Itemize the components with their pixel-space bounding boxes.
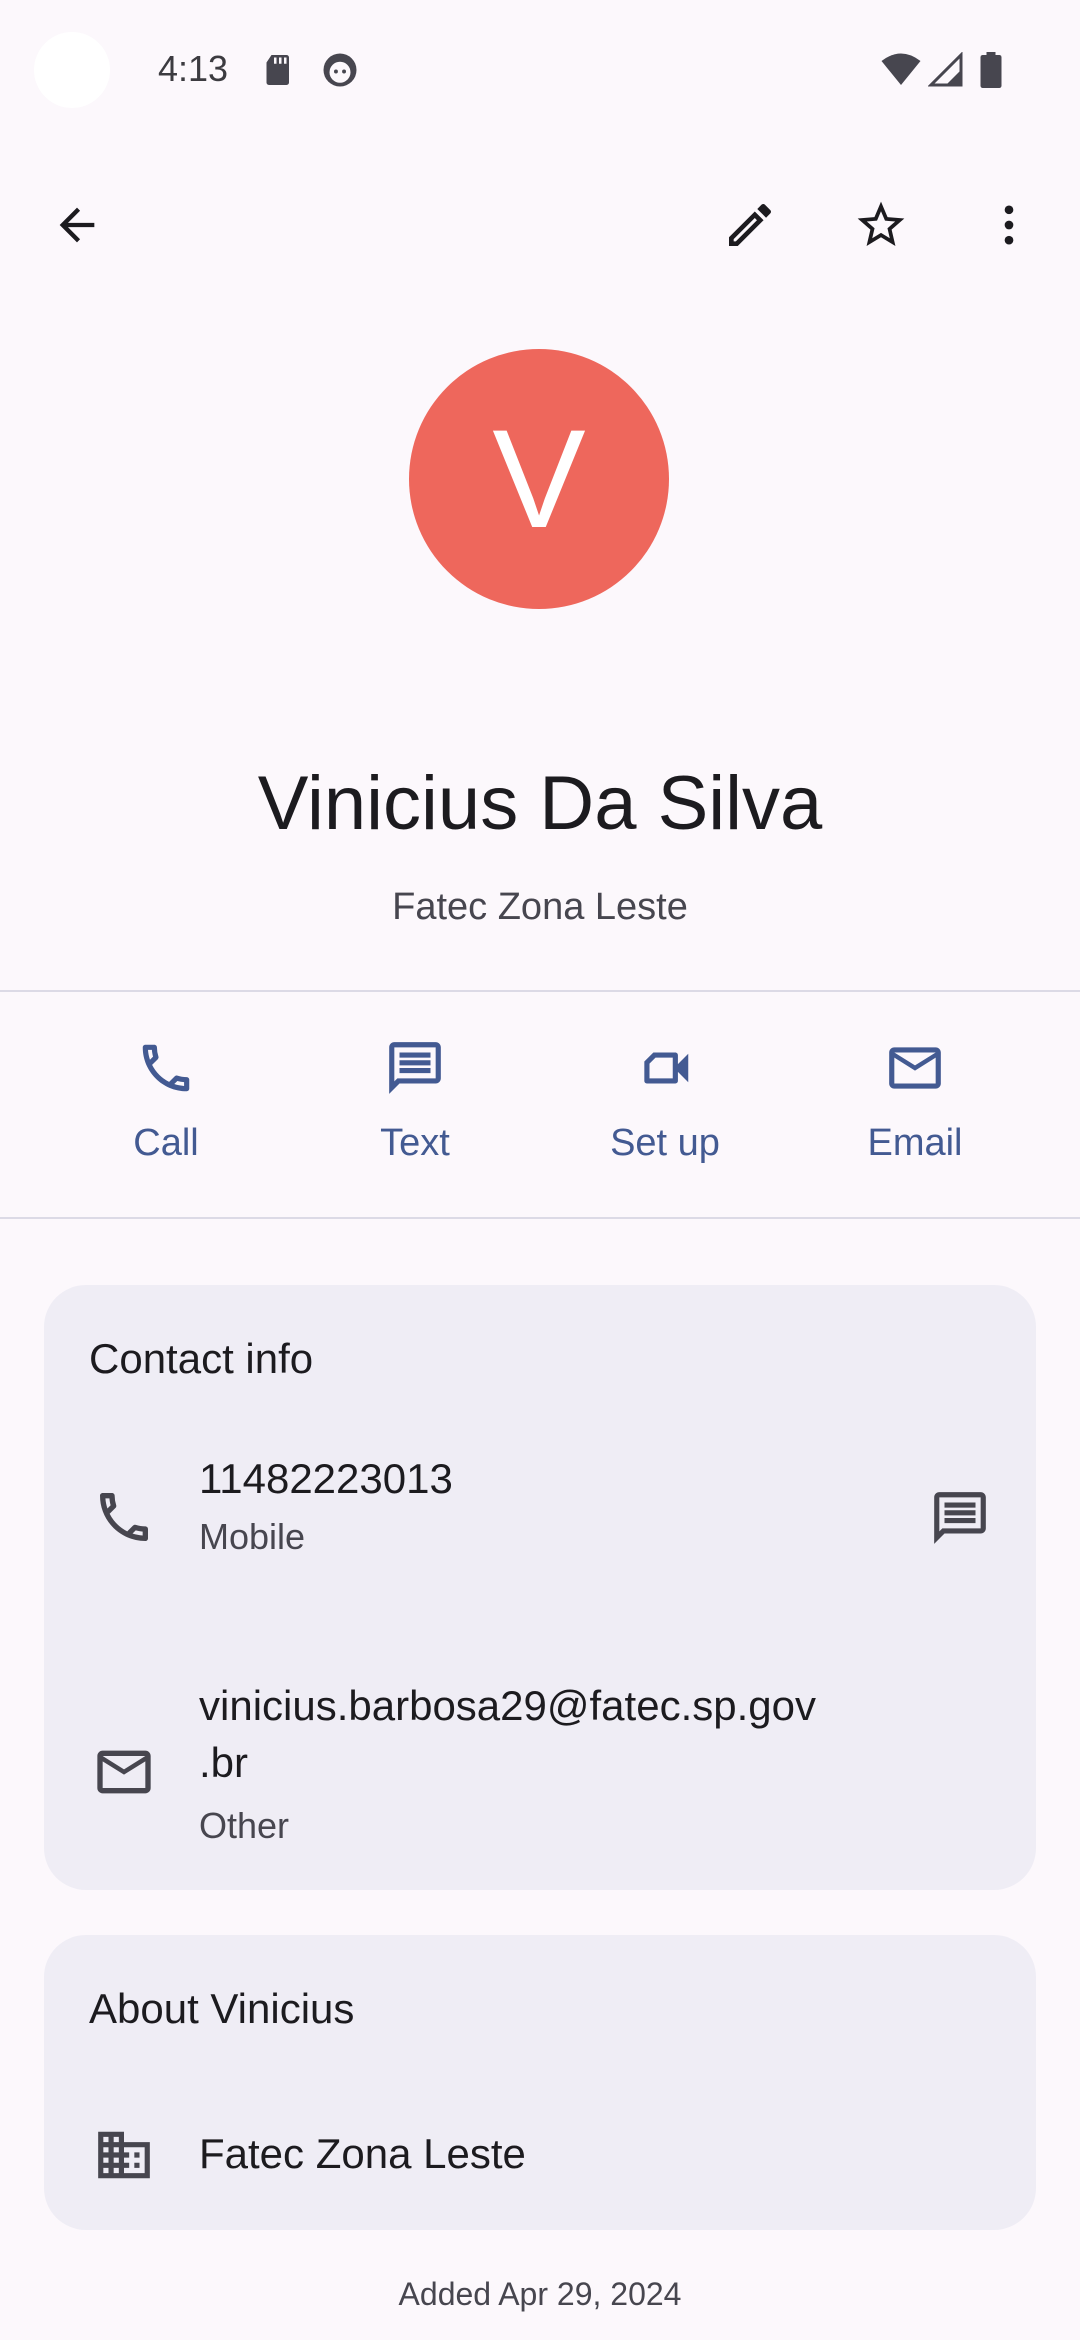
about-company: Fatec Zona Leste [199,2130,526,2177]
call-action-button[interactable]: Call [41,1030,291,1180]
phone-type: Mobile [199,1516,306,1557]
phone-icon [135,1037,197,1104]
more-options-button[interactable] [959,175,1059,275]
star-outline-icon [853,197,909,253]
contact-info-card: Contact info 11482223013 Mobile vinicius… [44,1285,1036,1890]
phone-icon [89,1482,159,1552]
mail-icon [89,1737,159,1807]
quick-actions: Call Text Set up Email [0,1000,1080,1210]
building-icon [89,2120,159,2190]
send-message-button[interactable] [910,1468,1010,1568]
email-label: Email [867,1122,963,1164]
mail-icon [884,1037,946,1104]
phone-row[interactable]: 11482223013 Mobile [44,1450,1036,1590]
video-camera-icon [634,1037,696,1104]
back-arrow-icon [51,199,103,251]
contact-name: Vinicius Da Silva [257,761,823,846]
contact-company: Fatec Zona Leste [392,886,688,928]
status-bar: 4:13 [0,0,1080,140]
added-date: Added Apr 29, 2024 [398,2276,682,2312]
about-company-row: Fatec Zona Leste [44,2115,1036,2195]
set-up-label: Set up [610,1122,720,1164]
phone-number: 11482223013 [199,1455,453,1502]
video-setup-action-button[interactable]: Set up [540,1030,790,1180]
message-icon [384,1037,446,1104]
text-label: Text [380,1122,450,1164]
sd-card-icon [264,52,294,88]
email-address-line1: vinicius.barbosa29@fatec.sp.gov [199,1682,816,1729]
text-action-button[interactable]: Text [290,1030,540,1180]
status-time: 4:13 [158,48,229,89]
email-type: Other [199,1805,290,1846]
favorite-button[interactable] [831,175,931,275]
about-card: About Vinicius Fatec Zona Leste [44,1935,1036,2230]
battery-icon [980,52,1002,88]
about-title: About Vinicius [89,1985,355,2032]
divider-bottom [0,1217,1080,1219]
email-address-line2: .br [199,1739,249,1786]
divider-top [0,990,1080,992]
camera-cutout [34,32,110,108]
avatar: V [409,349,669,609]
wifi-icon [880,52,922,88]
email-row[interactable]: vinicius.barbosa29@fatec.sp.gov .br Othe… [44,1677,1036,1857]
cell-signal-icon [928,52,964,88]
back-button[interactable] [27,175,127,275]
top-app-bar [0,170,1080,280]
more-vert-icon [983,199,1035,251]
contact-info-title: Contact info [89,1335,314,1382]
face-icon [322,52,358,88]
message-icon [929,1487,991,1549]
email-action-button[interactable]: Email [790,1030,1040,1180]
edit-button[interactable] [700,175,800,275]
edit-pencil-icon [722,197,778,253]
call-label: Call [133,1122,199,1164]
